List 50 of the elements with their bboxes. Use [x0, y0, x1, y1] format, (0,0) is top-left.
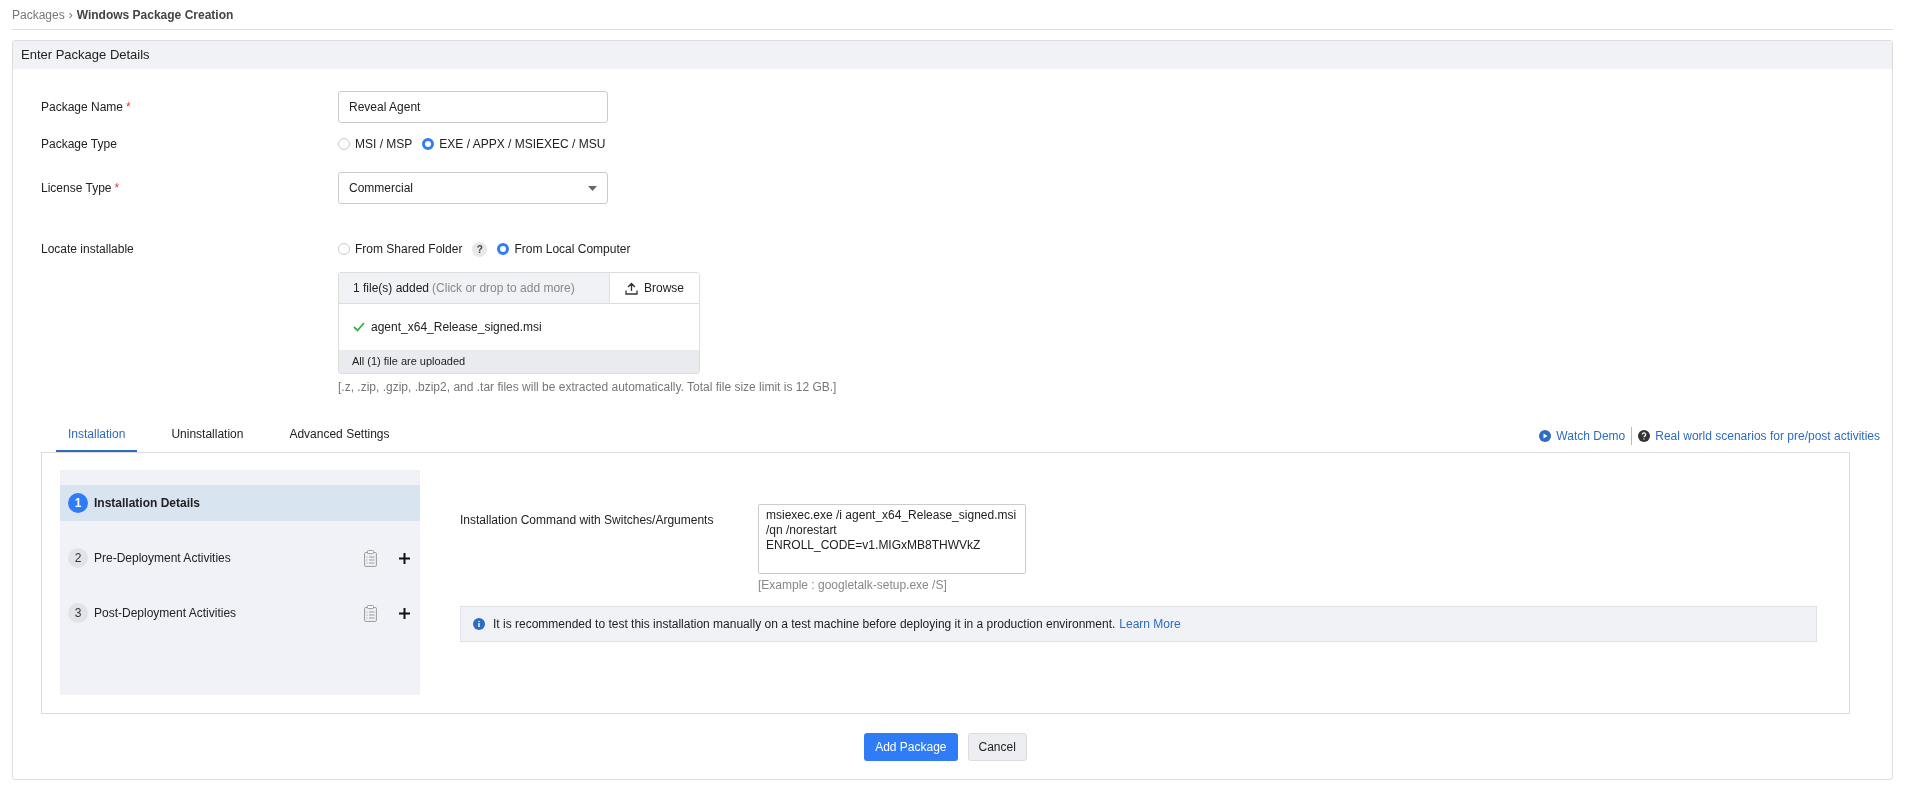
- field-label: Locate installable: [41, 242, 134, 256]
- radio-option[interactable]: MSI / MSP: [338, 137, 413, 151]
- help-icon[interactable]: ?: [472, 241, 488, 257]
- command-field[interactable]: msiexec.exe /i agent_x64_Release_signed.msi /qn /norestart ENROLL_CODE=v1.MIGxMB8THWVkZ: [758, 504, 1026, 574]
- clipboard-icon[interactable]: [364, 604, 377, 622]
- help-link[interactable]: Watch Demo: [1539, 429, 1626, 443]
- tab[interactable]: Installation: [56, 418, 138, 452]
- radio-option[interactable]: From Local Computer: [497, 242, 631, 256]
- tab[interactable]: Uninstallation: [159, 418, 256, 452]
- cancel-button[interactable]: Cancel: [967, 733, 1027, 761]
- upload-icon: [625, 281, 638, 295]
- learn-more-link[interactable]: Learn More: [1119, 617, 1181, 631]
- file-name: agent_x64_Release_signed.msi: [371, 320, 542, 334]
- panel-header: Enter Package Details: [13, 41, 1892, 69]
- step-item[interactable]: 3 Post-Deployment Activities: [60, 595, 420, 631]
- page-title: Windows Package Creation: [76, 7, 234, 22]
- field-label: Package Name: [41, 100, 124, 114]
- field-label: License Type: [41, 181, 112, 195]
- step-item[interactable]: 2 Pre-Deployment Activities: [60, 540, 420, 576]
- package-name-field[interactable]: Reveal Agent: [338, 91, 608, 123]
- field-label: Package Type: [41, 137, 117, 151]
- license-type-dropdown[interactable]: Commercial: [338, 172, 608, 204]
- help-icon: [1638, 430, 1651, 442]
- clipboard-icon[interactable]: [364, 549, 377, 567]
- upload-note: [.z, .zip, .gzip, .bzip2, and .tar files will be extracted automatically. Total file size limit is 12 GB.]: [338, 380, 838, 394]
- play-icon: [1539, 430, 1552, 442]
- required-mark: *: [126, 100, 131, 114]
- add-icon[interactable]: [399, 607, 410, 619]
- tab[interactable]: Advanced Settings: [277, 418, 402, 452]
- step-number: 2: [68, 548, 88, 568]
- radio-option[interactable]: From Shared Folder: [338, 242, 463, 256]
- info-icon: [473, 618, 485, 630]
- radio-option[interactable]: EXE / APPX / MSIEXEC / MSU: [422, 137, 606, 151]
- field-label: Installation Command with Switches/Arguments: [460, 513, 715, 529]
- breadcrumb-separator: ›: [68, 7, 73, 22]
- step-number: 3: [68, 603, 88, 623]
- add-package-button[interactable]: Add Package: [864, 733, 958, 761]
- upload-status: All (1) file are uploaded: [339, 350, 699, 373]
- step-item[interactable]: 1 Installation Details: [60, 485, 420, 521]
- step-number: 1: [68, 493, 88, 513]
- help-link[interactable]: Real world scenarios for pre/post activities: [1638, 429, 1880, 443]
- info-text: It is recommended to test this installation manually on a test machine before deploying it in a production environment.: [493, 617, 1116, 631]
- example-hint: [Example : googletalk-setup.exe /S]: [758, 578, 948, 592]
- required-mark: *: [114, 181, 120, 195]
- browse-button[interactable]: Browse: [609, 273, 699, 303]
- caret-icon: [588, 185, 597, 191]
- upload-summary[interactable]: 1 file(s) added (Click or drop to add more): [339, 273, 609, 303]
- breadcrumb-link[interactable]: Packages: [12, 7, 65, 22]
- check-icon: [353, 322, 365, 332]
- add-icon[interactable]: [399, 552, 410, 564]
